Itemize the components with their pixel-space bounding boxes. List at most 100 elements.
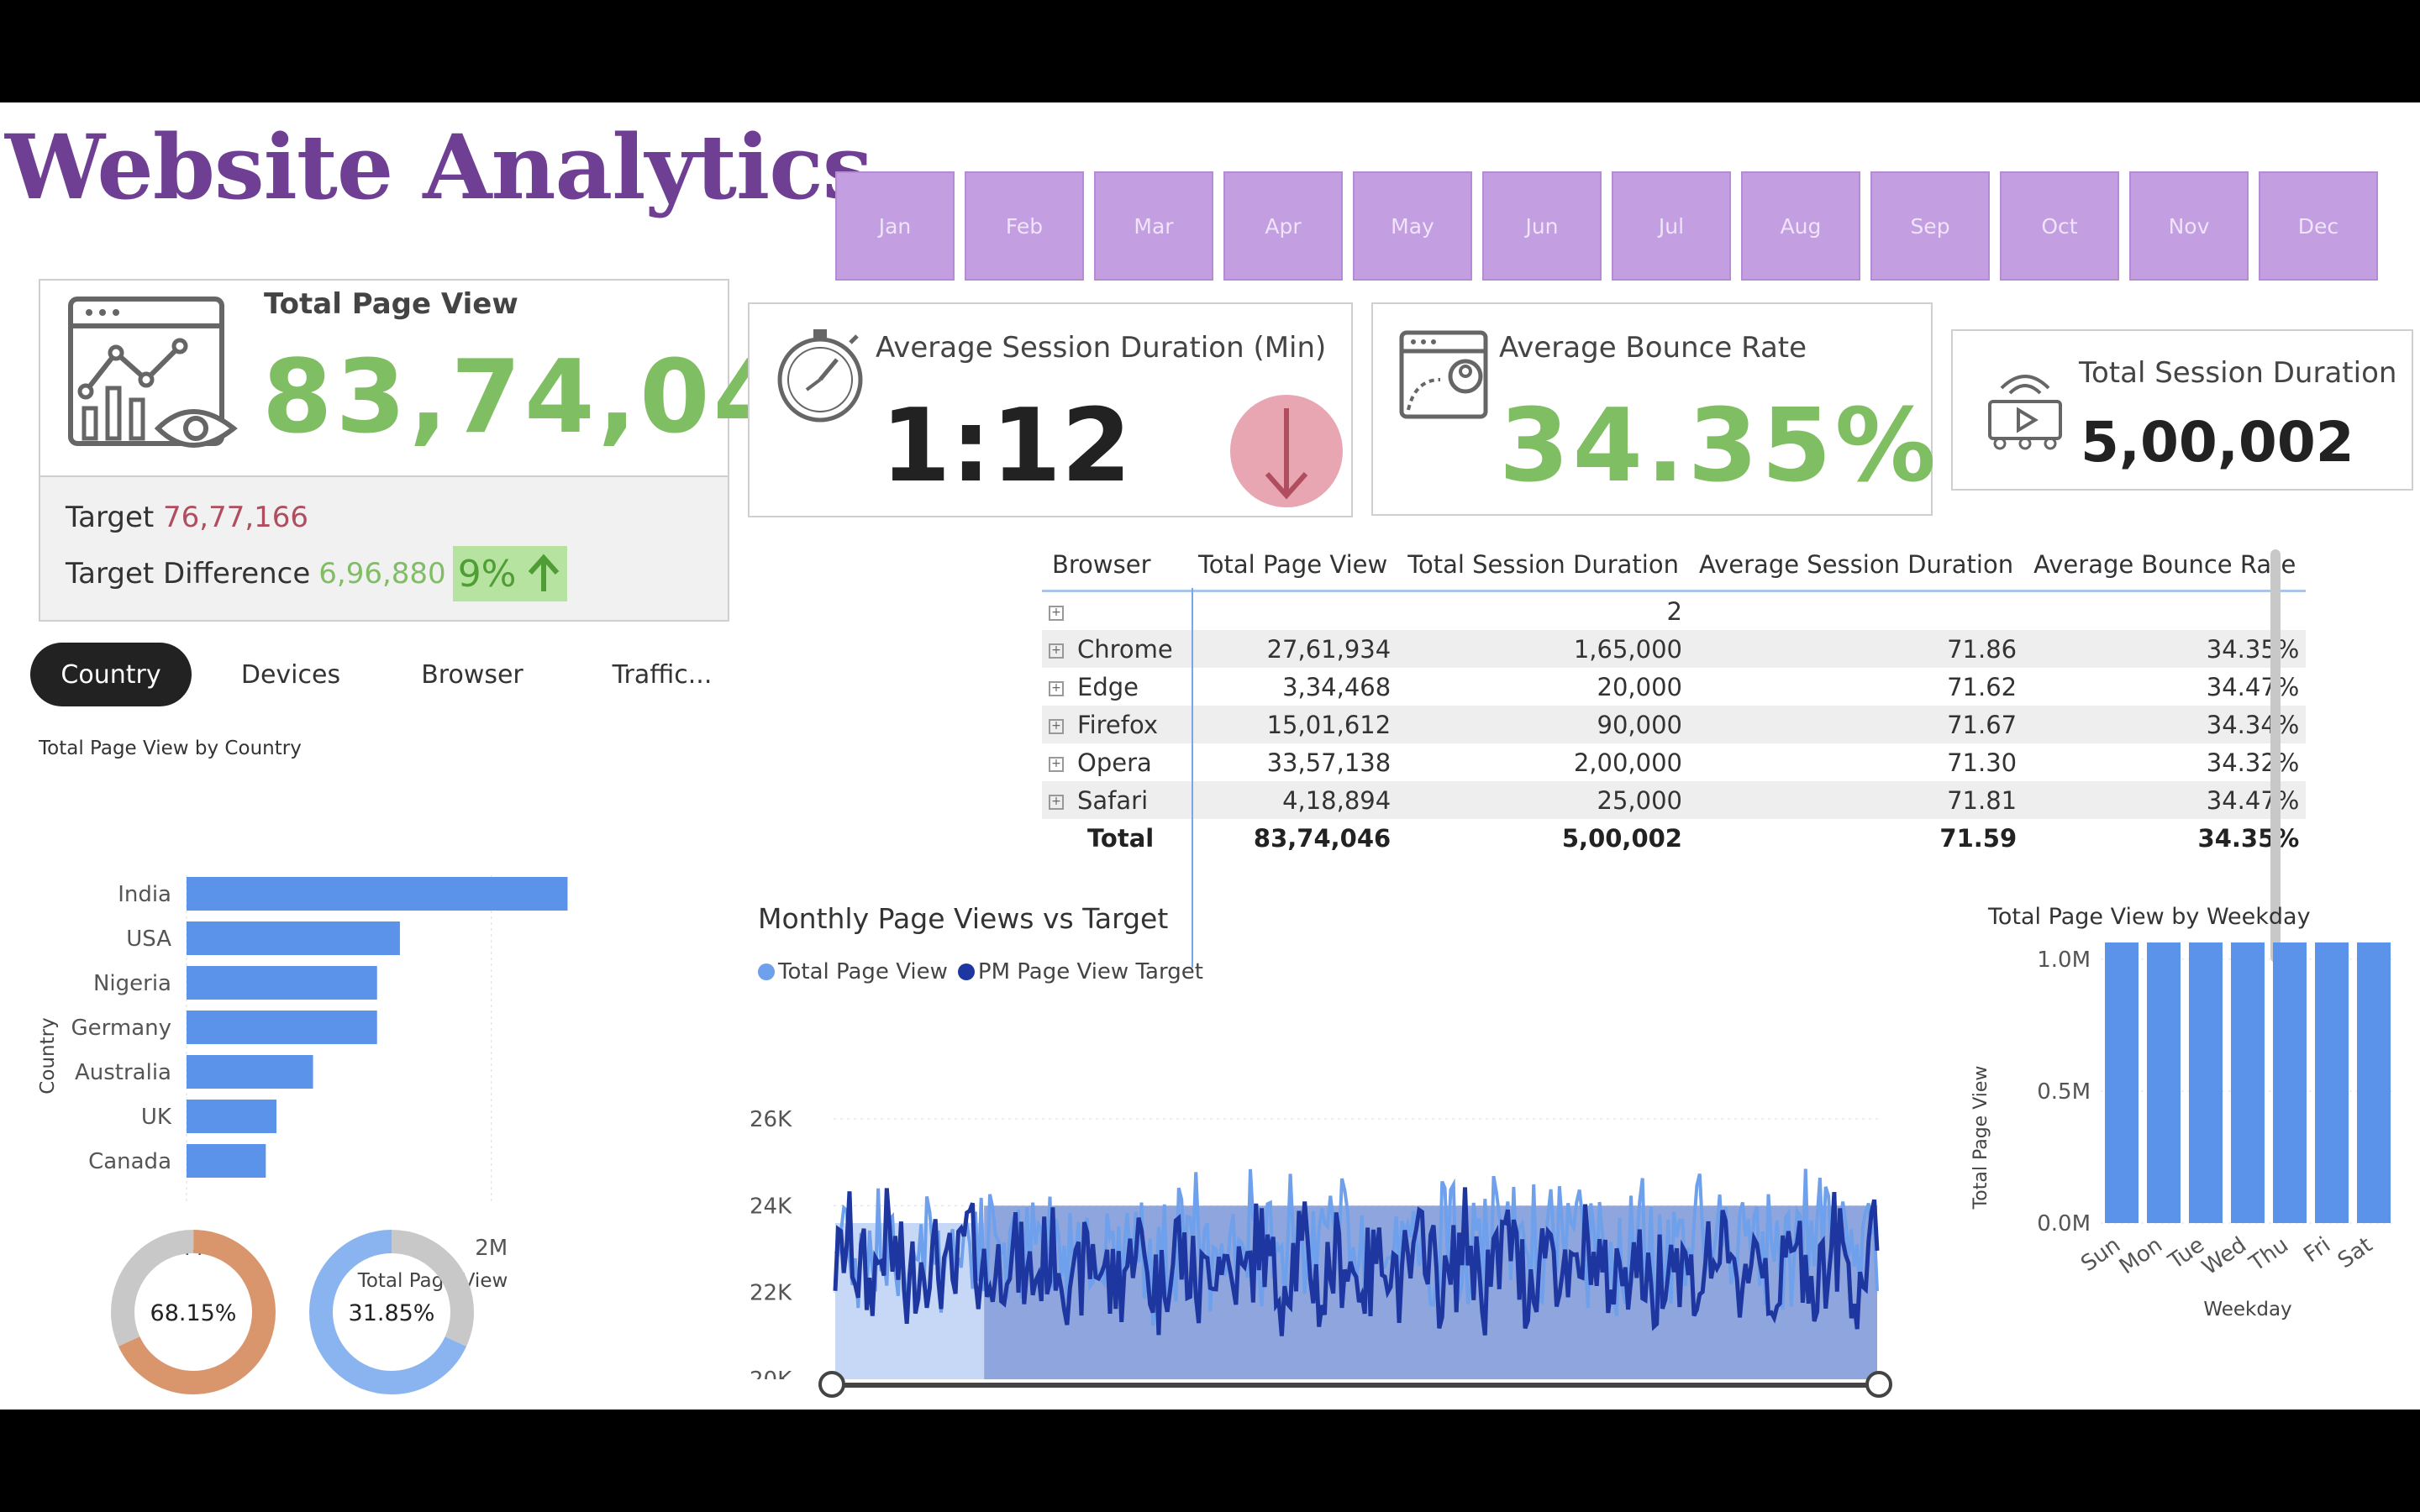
y-axis-title: Total Page View xyxy=(1970,1066,1991,1210)
column-header-avg-session[interactable]: Average Session Duration xyxy=(1688,539,2024,592)
table-cell: 34.35% xyxy=(2023,630,2307,668)
y-tick-label: 0.0M xyxy=(2037,1211,2091,1236)
y-tick-label: UK xyxy=(141,1105,172,1130)
column-header-session-duration[interactable]: Total Session Duration xyxy=(1397,539,1689,592)
bar-germany[interactable] xyxy=(187,1011,377,1044)
y-tick-label: 0.5M xyxy=(2037,1079,2091,1105)
table-row[interactable]: + Safari 4,18,894 25,000 71.81 34.47% xyxy=(1042,781,2307,819)
date-range-slider-track[interactable] xyxy=(834,1383,1879,1388)
weekday-bar-chart: 0.0M 0.5M 1.0M SunMonTueWedThu FriSat Total P… xyxy=(1970,942,2395,1320)
target-diff-label: Target Difference xyxy=(66,557,311,591)
bar-uk[interactable] xyxy=(187,1100,277,1133)
table-row[interactable]: Total 83,74,046 5,00,002 71.59 34.35% xyxy=(1042,819,2306,857)
month-button-mar[interactable]: Mar xyxy=(1094,171,1213,281)
table-row[interactable]: + Edge 3,34,468 20,000 71.62 34.47% xyxy=(1042,668,2306,706)
month-button-dec[interactable]: Dec xyxy=(2259,171,2378,281)
kpi-page-view-label: Total Page View xyxy=(264,287,518,321)
month-button-sep[interactable]: Sep xyxy=(1870,171,1990,281)
month-button-apr[interactable]: Apr xyxy=(1223,171,1343,281)
donut-chart-2: 31.85% xyxy=(309,1230,474,1394)
expand-icon[interactable]: + xyxy=(1049,756,1064,772)
column-header-bounce-rate[interactable]: Average Bounce Rate xyxy=(2023,539,2307,592)
bar-mon[interactable] xyxy=(2147,942,2181,1223)
browser-table: Browser Total Page View Total Session Du… xyxy=(1042,539,2307,857)
tab-country[interactable]: Country xyxy=(30,643,192,706)
month-button-aug[interactable]: Aug xyxy=(1741,171,1860,281)
target-diff-value: 6,96,880 xyxy=(318,557,446,591)
target-diff-badge: 9% xyxy=(452,546,567,601)
bar-wed[interactable] xyxy=(2231,942,2265,1223)
table-cell: 34.35% xyxy=(2197,823,2300,853)
target-diff-row: Target Difference 6,96,880 9% xyxy=(66,546,567,601)
expand-icon[interactable]: + xyxy=(1049,680,1064,696)
browser-cell: + Chrome xyxy=(1042,630,1188,668)
bar-usa[interactable] xyxy=(187,921,400,955)
table-column-divider xyxy=(1192,588,1193,968)
x-tick-label: Thu xyxy=(2244,1232,2293,1277)
month-button-jul[interactable]: Jul xyxy=(1612,171,1731,281)
expand-icon[interactable]: + xyxy=(1049,643,1064,659)
table-cell: 34.34% xyxy=(2023,706,2307,743)
table-row[interactable]: + Chrome 27,61,934 1,65,000 71.86 34.35% xyxy=(1042,630,2307,668)
browser-cell: + Safari xyxy=(1042,781,1188,819)
expand-icon[interactable]: + xyxy=(1049,718,1064,734)
expand-icon[interactable]: + xyxy=(1049,605,1064,621)
month-button-nov[interactable]: Nov xyxy=(2129,171,2249,281)
browser-name: Opera xyxy=(1077,748,1152,777)
bar-sat[interactable] xyxy=(2357,942,2391,1223)
table-header-row: Browser Total Page View Total Session Du… xyxy=(1042,539,2307,592)
bar-tue[interactable] xyxy=(2189,942,2223,1223)
x-tick-label: Mon xyxy=(2115,1232,2167,1279)
expand-icon[interactable]: + xyxy=(1049,794,1064,810)
bar-india[interactable] xyxy=(187,877,568,911)
month-button-feb[interactable]: Feb xyxy=(965,171,1084,281)
table-cell: 5,00,002 xyxy=(1561,823,1682,853)
table-cell: 2 xyxy=(1666,596,1682,626)
table-row[interactable]: + Opera 33,57,138 2,00,000 71.30 34.32% xyxy=(1042,743,2306,781)
month-button-may[interactable]: May xyxy=(1353,171,1472,281)
bar-sun[interactable] xyxy=(2105,942,2139,1223)
bar-thu[interactable] xyxy=(2273,942,2307,1223)
table-scrollbar[interactable] xyxy=(2270,549,2281,963)
month-button-jun[interactable]: Jun xyxy=(1482,171,1602,281)
bar-australia[interactable] xyxy=(187,1055,313,1089)
y-tick-label: 26K xyxy=(750,1107,792,1132)
kpi-bounce-value: 34.35% xyxy=(1499,388,1939,505)
table-row[interactable]: +2 xyxy=(1042,591,2306,631)
monthly-line-chart: 20K22K24K26KJan 2024Mar 2024May 2024Jul … xyxy=(750,1107,1881,1379)
browser-cell: + Firefox xyxy=(1042,706,1188,743)
browser-user-icon xyxy=(1399,330,1488,419)
month-button-oct[interactable]: Oct xyxy=(2000,171,2119,281)
table-cell: 1,65,000 xyxy=(1397,630,1689,668)
y-axis-title: Country xyxy=(37,1017,59,1094)
date-range-end-handle[interactable] xyxy=(1865,1371,1892,1398)
kpi-total-session-card: Total Session Duration 5,00,002 xyxy=(1951,329,2413,491)
dashboard-canvas: Website Analytics Jan Feb Mar Apr May Jun Jul A… xyxy=(0,102,2420,1410)
tab-browser[interactable]: Browser xyxy=(403,643,541,706)
y-tick-label: Canada xyxy=(88,1149,171,1174)
line-chart-title: Monthly Page Views vs Target xyxy=(758,902,1169,935)
y-tick-label: Germany xyxy=(71,1016,171,1041)
page-title: Website Analytics xyxy=(5,114,873,219)
kpi-bounce-rate-card: Average Bounce Rate 34.35% xyxy=(1371,302,1936,516)
bar-nigeria[interactable] xyxy=(187,966,377,1000)
x-tick-label: Sun xyxy=(2076,1232,2125,1277)
y-tick-label: Australia xyxy=(75,1060,171,1085)
y-tick-label: 20K xyxy=(750,1368,792,1379)
table-row[interactable]: + Firefox 15,01,612 90,000 71.67 34.34% xyxy=(1042,706,2307,743)
month-button-jan[interactable]: Jan xyxy=(835,171,955,281)
tab-devices[interactable]: Devices xyxy=(220,643,361,706)
bar-fri[interactable] xyxy=(2315,942,2349,1223)
table-cell: 90,000 xyxy=(1397,706,1689,743)
table-cell: 71.86 xyxy=(1688,630,2024,668)
date-range-start-handle[interactable] xyxy=(818,1371,845,1398)
x-axis-title: Weekday xyxy=(2203,1299,2291,1320)
tab-traffic[interactable]: Traffic... xyxy=(593,643,731,706)
target-row: Target 76,77,166 xyxy=(66,501,308,534)
column-header-browser[interactable]: Browser xyxy=(1042,539,1188,592)
y-tick-label: 1.0M xyxy=(2037,948,2091,973)
bar-canada[interactable] xyxy=(187,1144,266,1178)
legend-label-page-view: Total Page View xyxy=(778,959,948,984)
column-header-page-view[interactable]: Total Page View xyxy=(1188,539,1398,592)
donut-2-label: 31.85% xyxy=(349,1300,435,1326)
